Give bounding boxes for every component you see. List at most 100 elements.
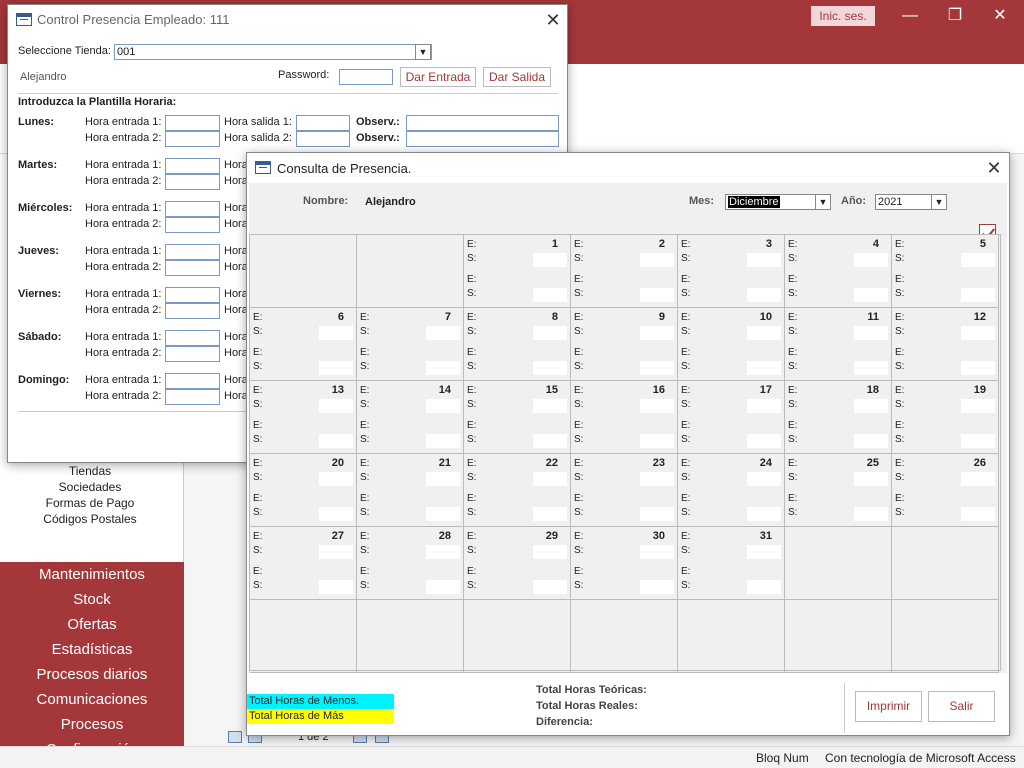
time-field[interactable] xyxy=(640,399,674,413)
time-field[interactable] xyxy=(533,399,567,413)
time-field[interactable] xyxy=(854,288,888,302)
exit-button[interactable]: Salir xyxy=(928,691,995,722)
in1-input[interactable] xyxy=(165,244,220,260)
time-field[interactable] xyxy=(747,580,781,594)
time-field[interactable] xyxy=(319,361,353,375)
chevron-down-icon[interactable]: ▼ xyxy=(815,194,831,210)
time-field[interactable] xyxy=(533,580,567,594)
minimize-icon[interactable]: — xyxy=(890,4,930,28)
nav-item-codigos-postales[interactable]: Códigos Postales xyxy=(0,512,180,526)
time-field[interactable] xyxy=(533,288,567,302)
menu-ofertas[interactable]: Ofertas xyxy=(0,612,184,637)
in2-input[interactable] xyxy=(165,131,220,147)
time-field[interactable] xyxy=(640,326,674,340)
print-button[interactable]: Imprimir xyxy=(855,691,922,722)
time-field[interactable] xyxy=(640,288,674,302)
sign-in-button[interactable]: Inic. ses. xyxy=(811,6,875,26)
check-out-button[interactable]: Dar Salida xyxy=(483,67,551,87)
time-field[interactable] xyxy=(640,580,674,594)
time-field[interactable] xyxy=(533,326,567,340)
nav-item-tiendas[interactable]: Tiendas xyxy=(0,464,180,478)
obs1-input[interactable] xyxy=(406,115,559,131)
time-field[interactable] xyxy=(319,472,353,486)
menu-estadisticas[interactable]: Estadísticas xyxy=(0,637,184,662)
time-field[interactable] xyxy=(426,361,460,375)
in1-input[interactable] xyxy=(165,158,220,174)
time-field[interactable] xyxy=(854,472,888,486)
time-field[interactable] xyxy=(961,472,995,486)
time-field[interactable] xyxy=(747,288,781,302)
nav-item-sociedades[interactable]: Sociedades xyxy=(0,480,180,494)
time-field[interactable] xyxy=(426,472,460,486)
time-field[interactable] xyxy=(961,361,995,375)
time-field[interactable] xyxy=(747,434,781,448)
time-field[interactable] xyxy=(854,507,888,521)
time-field[interactable] xyxy=(747,253,781,267)
in2-input[interactable] xyxy=(165,260,220,276)
store-select[interactable]: 001 xyxy=(114,44,432,60)
time-field[interactable] xyxy=(319,399,353,413)
menu-stock[interactable]: Stock xyxy=(0,587,184,612)
time-field[interactable] xyxy=(854,253,888,267)
time-field[interactable] xyxy=(426,326,460,340)
time-field[interactable] xyxy=(854,399,888,413)
time-field[interactable] xyxy=(854,434,888,448)
time-field[interactable] xyxy=(640,545,674,559)
time-field[interactable] xyxy=(426,399,460,413)
password-input[interactable] xyxy=(339,69,393,85)
in2-input[interactable] xyxy=(165,217,220,233)
menu-mantenimientos[interactable]: Mantenimientos xyxy=(0,562,184,587)
time-field[interactable] xyxy=(854,326,888,340)
time-field[interactable] xyxy=(319,434,353,448)
restore-icon[interactable]: ❐ xyxy=(935,4,975,28)
time-field[interactable] xyxy=(961,399,995,413)
menu-comunicaciones[interactable]: Comunicaciones xyxy=(0,687,184,712)
out1-input[interactable] xyxy=(296,115,350,131)
time-field[interactable] xyxy=(640,507,674,521)
time-field[interactable] xyxy=(961,507,995,521)
time-field[interactable] xyxy=(533,545,567,559)
time-field[interactable] xyxy=(533,472,567,486)
time-field[interactable] xyxy=(319,507,353,521)
chevron-down-icon[interactable]: ▼ xyxy=(931,194,947,210)
out2-input[interactable] xyxy=(296,131,350,147)
close-icon[interactable]: ✕ xyxy=(982,157,1006,179)
time-field[interactable] xyxy=(961,434,995,448)
time-field[interactable] xyxy=(747,326,781,340)
close-icon[interactable]: ✕ xyxy=(541,9,565,31)
time-field[interactable] xyxy=(533,434,567,448)
time-field[interactable] xyxy=(747,399,781,413)
time-field[interactable] xyxy=(426,507,460,521)
time-field[interactable] xyxy=(961,288,995,302)
time-field[interactable] xyxy=(640,361,674,375)
time-field[interactable] xyxy=(640,472,674,486)
in2-input[interactable] xyxy=(165,389,220,405)
time-field[interactable] xyxy=(319,545,353,559)
in1-input[interactable] xyxy=(165,287,220,303)
time-field[interactable] xyxy=(533,253,567,267)
time-field[interactable] xyxy=(640,434,674,448)
time-field[interactable] xyxy=(961,326,995,340)
time-field[interactable] xyxy=(533,361,567,375)
time-field[interactable] xyxy=(640,253,674,267)
menu-procesos-diarios[interactable]: Procesos diarios xyxy=(0,662,184,687)
first-record-icon[interactable] xyxy=(228,731,242,743)
time-field[interactable] xyxy=(319,326,353,340)
in2-input[interactable] xyxy=(165,303,220,319)
time-field[interactable] xyxy=(426,580,460,594)
in1-input[interactable] xyxy=(165,373,220,389)
menu-procesos[interactable]: Procesos xyxy=(0,712,184,737)
in1-input[interactable] xyxy=(165,115,220,131)
time-field[interactable] xyxy=(426,434,460,448)
time-field[interactable] xyxy=(854,361,888,375)
time-field[interactable] xyxy=(747,472,781,486)
time-field[interactable] xyxy=(747,545,781,559)
close-icon[interactable]: ✕ xyxy=(980,4,1020,28)
in1-input[interactable] xyxy=(165,201,220,217)
time-field[interactable] xyxy=(319,580,353,594)
time-field[interactable] xyxy=(747,361,781,375)
time-field[interactable] xyxy=(533,507,567,521)
obs2-input[interactable] xyxy=(406,131,559,147)
time-field[interactable] xyxy=(747,507,781,521)
in1-input[interactable] xyxy=(165,330,220,346)
